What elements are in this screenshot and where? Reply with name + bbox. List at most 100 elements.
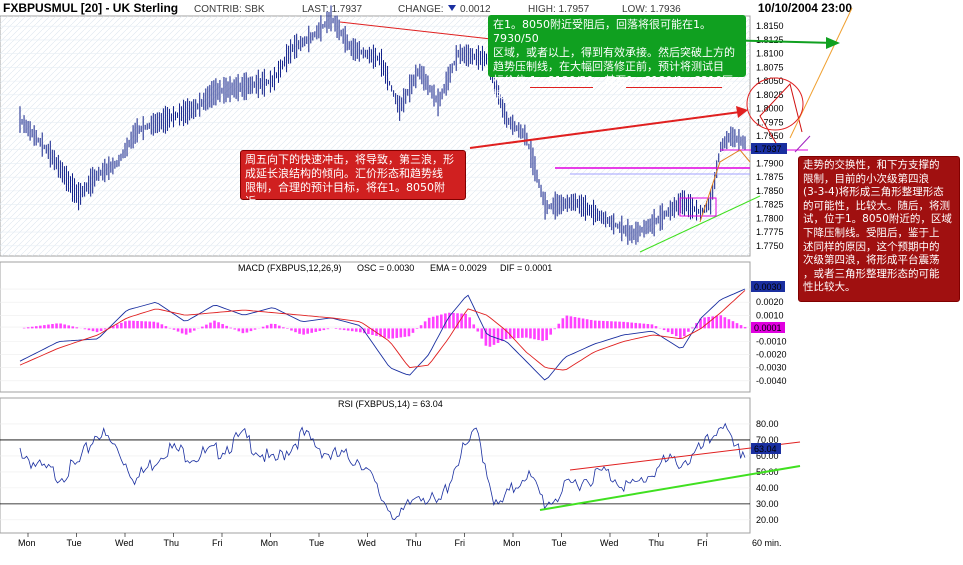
macd-dif-bar — [261, 326, 265, 329]
red-note-line-2: 成延长浪结构的倾向。汇价形态和趋势线 — [245, 167, 443, 180]
macd-dif-bar — [391, 328, 395, 339]
macd-dif-bar — [160, 324, 164, 329]
macd-dif-bar — [298, 328, 301, 334]
day-label: Wed — [115, 538, 133, 548]
change-value: 0.0012 — [460, 4, 491, 15]
macd-dif-bar — [683, 328, 686, 337]
price-tick-label: 1.8150 — [756, 21, 784, 31]
green-note-line-1: 在1。8050附近受阻后，回落将很可能在1。7930/50 — [493, 18, 711, 45]
green-note-line-2: 区域，或者以上，得到有效承接。然后突破上方的 — [493, 46, 735, 59]
day-label: Tue — [552, 538, 567, 548]
macd-dif-bar — [606, 321, 609, 329]
macd-dif-bar — [569, 316, 573, 329]
macd-dif-bar — [51, 324, 54, 329]
macd-dif-bar — [585, 319, 589, 329]
macd-dif-bar — [662, 328, 666, 331]
macd-dif-bar — [743, 327, 747, 329]
macd-dif-tag-text: 0.0001 — [754, 323, 782, 333]
macd-dif-bar — [55, 323, 58, 329]
macd-dif-bar — [359, 328, 362, 333]
day-label: Mon — [261, 538, 279, 548]
macd-dif-bar — [71, 326, 75, 329]
macd-dif-bar — [383, 328, 386, 338]
macd-dif-bar — [496, 328, 500, 343]
macd-osc-tag-text: 0.0030 — [754, 282, 782, 292]
price-tick-label: 1.7900 — [756, 158, 784, 168]
macd-dif-bar — [67, 325, 71, 329]
day-label: Wed — [358, 538, 376, 548]
macd-dif-bar — [472, 324, 476, 329]
macd-dif-bar — [626, 322, 629, 329]
macd-dif-bar — [678, 328, 682, 339]
macd-axis: 0.0030 0.0020 0.0010 0.0001 -0.0010 -0.0020 -0… — [756, 284, 787, 386]
interval-label: 60 min. — [752, 538, 782, 548]
macd-dif-bar — [326, 328, 330, 330]
green-note-line-3: 趋势压制线，在大幅回落修正前，预计将测试目 — [493, 60, 724, 73]
macd-dif-bar — [545, 328, 548, 341]
macd-dif-bar — [39, 325, 42, 329]
macd-dif-bar — [99, 328, 103, 332]
macd-dif-bar — [440, 314, 443, 329]
macd-dif-bar — [610, 321, 613, 329]
macd-dif-bar — [516, 328, 520, 339]
macd-dif-bar — [541, 328, 544, 341]
macd-dif-bar — [217, 322, 220, 329]
macd-dif-bar — [367, 328, 370, 335]
macd-dif-bar — [302, 328, 305, 335]
macd-dif-bar — [188, 328, 192, 333]
macd-dif-bar — [573, 317, 577, 329]
macd-dif-bar — [180, 328, 184, 334]
macd-tick-label: -0.0040 — [756, 376, 787, 386]
macd-dif-bar — [213, 320, 216, 329]
macd-dif-bar — [229, 327, 233, 329]
macd-dif-bar — [565, 315, 569, 329]
macd-dif-bar — [533, 328, 536, 340]
macd-dif-bar — [22, 327, 26, 329]
macd-tick-label: -0.0010 — [756, 336, 787, 346]
macd-dif-bar — [666, 328, 670, 333]
right-note-line-1: 走势的交换性，和下方支撑的 — [803, 159, 940, 171]
macd-dif-bar — [435, 315, 439, 329]
macd-dif-bar — [192, 328, 196, 331]
chart-header: FXBPUSMUL [20] - UK Sterling CONTRIB: SB… — [3, 1, 852, 15]
macd-dif-bar — [253, 328, 257, 330]
macd-dif-bar — [593, 320, 597, 329]
macd-dif-bar — [500, 328, 504, 342]
macd-dif-bar — [59, 323, 62, 329]
macd-tick-label: -0.0020 — [756, 350, 787, 360]
macd-dif-bar — [431, 316, 435, 329]
macd-tick-label: 0.0010 — [756, 310, 784, 320]
macd-dif-bar — [537, 328, 540, 341]
rsi-tick-label: 30.00 — [756, 499, 779, 509]
macd-dif-bar — [26, 327, 30, 329]
macd-dif-bar — [464, 313, 467, 329]
macd-dif-bar — [83, 328, 87, 330]
macd-dif-bar — [476, 328, 480, 332]
price-tick-label: 1.7875 — [756, 172, 784, 182]
macd-dif-bar — [723, 317, 727, 329]
right-note-line-6: 下降压制线。受阻后，鉴于上 — [803, 226, 940, 239]
macd-dif-bar — [735, 323, 739, 329]
macd-dif-bar — [577, 317, 581, 329]
macd-dif-bar — [75, 327, 79, 329]
macd-dif-bar — [557, 323, 561, 329]
macd-dif-bar — [597, 320, 601, 329]
macd-dif-bar — [318, 328, 322, 332]
rsi-tick-label: 40.00 — [756, 483, 779, 493]
down-arrow-icon — [448, 5, 456, 11]
macd-ema-label: EMA = 0.0029 — [430, 263, 487, 273]
macd-dif-bar — [116, 324, 119, 329]
macd-dif-bar — [687, 328, 690, 332]
day-axis: Mon Tue Wed Thu Fri Mon Tue Wed Thu Fri Mon Tue Wed T… — [18, 533, 708, 548]
macd-dif-bar — [427, 317, 431, 329]
macd-dif-bar — [273, 324, 277, 329]
macd-dif-bar — [233, 328, 237, 330]
macd-dif-bar — [290, 328, 293, 331]
right-note-line-9: ，或者三角形整理形态的可能 — [803, 267, 940, 280]
macd-dif-bar — [221, 324, 224, 329]
macd-dif-bar — [310, 328, 314, 333]
macd-dif-bar — [148, 321, 152, 329]
macd-dif-bar — [152, 321, 156, 329]
macd-dif-bar — [120, 322, 123, 329]
macd-dif-bar — [674, 328, 678, 337]
